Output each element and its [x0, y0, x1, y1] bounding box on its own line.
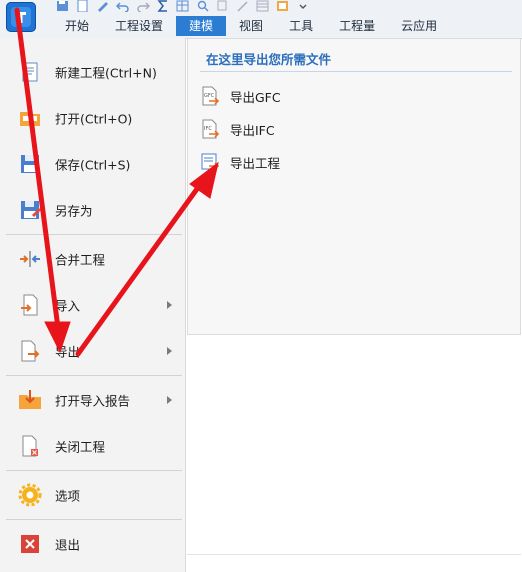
tab-quantities[interactable]: 工程量: [326, 16, 388, 36]
save-icon: [21, 155, 39, 173]
menu-item-label: 退出: [55, 537, 81, 553]
menu-item-merge[interactable]: 合并工程: [0, 237, 185, 281]
menu-item-label: 关闭工程: [55, 439, 106, 455]
submenu-arrow-icon: [167, 347, 172, 355]
svg-text:GFC: GFC: [204, 93, 215, 99]
ribbon-bar: 开始 工程设置 建模 视图 工具 工程量 云应用: [0, 0, 522, 39]
menu-item-save[interactable]: 保存(Ctrl+S): [0, 142, 185, 186]
gfc-file-icon: GFC: [202, 86, 220, 106]
merge-icon: [20, 251, 40, 267]
exit-icon: [21, 535, 39, 553]
new-quick-icon[interactable]: [76, 0, 90, 12]
export-project-icon: [201, 153, 220, 170]
menu-item-save-as[interactable]: 另存为: [0, 188, 185, 232]
menu-item-open-import-report[interactable]: 打开导入报告: [0, 378, 185, 422]
menu-item-close-project[interactable]: 关闭工程: [0, 424, 185, 468]
save-as-icon: [21, 201, 41, 219]
svg-text:IFC: IFC: [204, 126, 212, 132]
ifc-file-icon: IFC: [202, 119, 220, 139]
tab-start[interactable]: 开始: [52, 16, 102, 36]
menu-item-label: 导出: [55, 344, 81, 360]
menu-item-new-project[interactable]: 新建工程(Ctrl+N): [0, 50, 185, 94]
menu-item-label: 合并工程: [55, 252, 106, 268]
save-quick-icon[interactable]: [56, 0, 70, 12]
app-menu: 新建工程(Ctrl+N) 打开(Ctrl+O) 保存(Ctrl+S) 另存为 合…: [0, 38, 186, 572]
redo-icon[interactable]: [136, 0, 150, 12]
menu-item-open[interactable]: 打开(Ctrl+O): [0, 96, 185, 140]
close-project-icon: [22, 435, 38, 457]
export-gfc-item[interactable]: GFC 导出GFC: [198, 84, 281, 108]
export-project-label: 导出工程: [230, 155, 281, 171]
menu-item-label: 打开(Ctrl+O): [55, 111, 133, 127]
app-menu-button[interactable]: [6, 2, 36, 32]
submenu-arrow-icon: [167, 396, 172, 404]
export-submenu-panel: 在这里导出您所需文件 GFC 导出GFC IFC 导出IFC 导出工程: [187, 38, 521, 335]
menu-item-label: 保存(Ctrl+S): [55, 157, 131, 173]
layout-icon[interactable]: [276, 0, 290, 12]
export-ifc-item[interactable]: IFC 导出IFC: [198, 117, 275, 141]
undo-icon[interactable]: [116, 0, 130, 12]
sum-icon[interactable]: [156, 0, 170, 12]
menu-item-export[interactable]: 导出: [0, 329, 185, 373]
menu-item-label: 选项: [55, 488, 81, 504]
menu-item-exit[interactable]: 退出: [0, 522, 185, 566]
menu-divider: [6, 519, 182, 520]
menu-item-label: 打开导入报告: [55, 393, 131, 409]
new-project-icon: [22, 62, 38, 82]
export-icon: [21, 340, 40, 362]
table-icon[interactable]: [256, 0, 270, 12]
pen-icon[interactable]: [236, 0, 250, 12]
menu-item-label: 新建工程(Ctrl+N): [55, 65, 157, 81]
import-icon: [21, 294, 38, 316]
menu-item-options[interactable]: 选项: [0, 473, 185, 517]
tab-view[interactable]: 视图: [226, 16, 276, 36]
menu-item-label: 导入: [55, 298, 81, 314]
tab-modeling[interactable]: 建模: [176, 16, 227, 36]
app-logo-icon: [11, 7, 31, 27]
menu-divider: [6, 375, 182, 376]
panel-divider: [200, 71, 512, 72]
panel-title: 在这里导出您所需文件: [206, 52, 332, 67]
menu-item-label: 另存为: [55, 203, 93, 219]
find-icon[interactable]: [196, 0, 210, 12]
export-gfc-label: 导出GFC: [230, 89, 281, 105]
export-ifc-label: 导出IFC: [230, 122, 275, 138]
copy-icon[interactable]: [216, 0, 230, 12]
open-folder-icon: [20, 112, 40, 126]
edit-quick-icon[interactable]: [96, 0, 110, 12]
menu-item-import[interactable]: 导入: [0, 283, 185, 327]
quick-access-toolbar: [56, 0, 310, 14]
menu-divider: [6, 234, 182, 235]
ribbon-tabs: 开始 工程设置 建模 视图 工具 工程量 云应用: [52, 16, 450, 36]
dropdown-chevron-icon[interactable]: [296, 0, 310, 12]
import-report-icon: [19, 390, 41, 409]
status-divider: [187, 554, 521, 555]
options-gear-icon: [18, 483, 42, 507]
grid-icon[interactable]: [176, 0, 190, 12]
tab-project-settings[interactable]: 工程设置: [102, 16, 176, 36]
menu-divider: [6, 470, 182, 471]
tab-cloud-apps[interactable]: 云应用: [388, 16, 450, 36]
submenu-arrow-icon: [167, 301, 172, 309]
export-project-item[interactable]: 导出工程: [198, 150, 280, 174]
tab-tools[interactable]: 工具: [276, 16, 326, 36]
